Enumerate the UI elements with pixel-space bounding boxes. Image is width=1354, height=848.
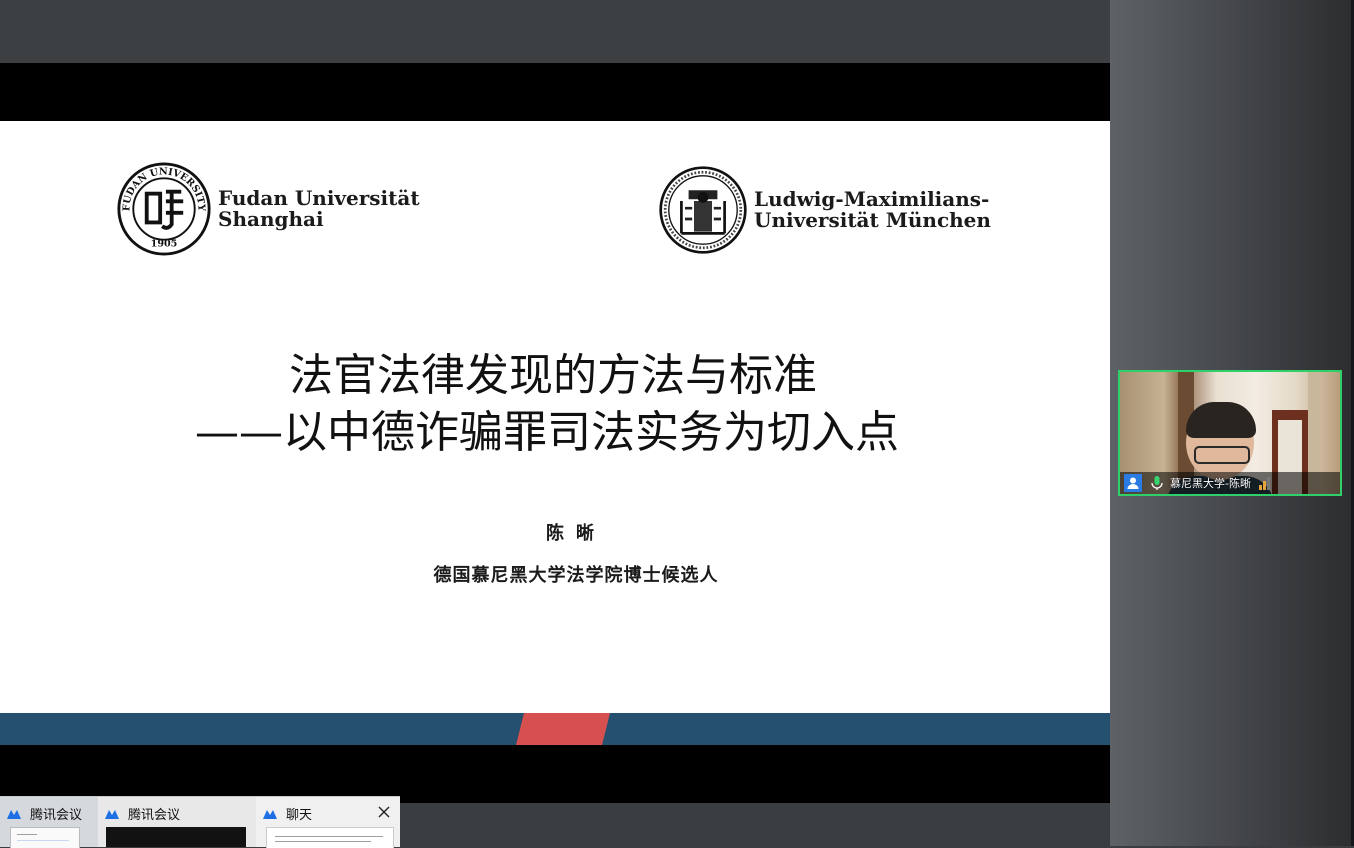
window-thumbnail[interactable] xyxy=(106,827,246,847)
signal-icon xyxy=(1258,476,1273,490)
tencent-meeting-icon xyxy=(263,809,277,819)
close-icon[interactable] xyxy=(376,804,392,820)
lmu-seal-icon xyxy=(659,166,747,254)
fudan-name-line2: Shanghai xyxy=(218,207,324,231)
participant-video-tile[interactable]: 慕尼黑大学-陈晰 xyxy=(1118,370,1342,496)
slide-subtitle: ——以中德诈骗罪司法实务为切入点 xyxy=(195,407,899,458)
presentation-slide: FUDAN UNIVERSITY 1905 Fudan Universität … xyxy=(0,121,1110,745)
svg-text:1905: 1905 xyxy=(151,238,178,249)
fudan-logo: FUDAN UNIVERSITY 1905 Fudan Universität … xyxy=(116,161,420,257)
taskbar-tab[interactable]: 聊天 xyxy=(256,797,400,848)
participant-name: 慕尼黑大学-陈晰 xyxy=(1170,477,1251,490)
shared-screen: FUDAN UNIVERSITY 1905 Fudan Universität … xyxy=(0,63,1110,803)
participant-figure xyxy=(1194,446,1250,464)
slide-author: 陈晰 xyxy=(546,523,606,544)
taskbar-preview: 腾讯会议 腾讯会议 聊天 xyxy=(0,796,400,848)
lmu-name: Ludwig-Maximilians- Universität München xyxy=(754,189,991,231)
top-bar xyxy=(0,0,1110,63)
taskbar-tab[interactable]: 腾讯会议 xyxy=(0,797,98,848)
tencent-meeting-icon xyxy=(7,809,21,819)
lmu-logo: Ludwig-Maximilians- Universität München xyxy=(658,165,991,255)
taskbar-tab[interactable]: 腾讯会议 xyxy=(98,797,256,847)
participant-figure xyxy=(1186,402,1256,438)
fudan-seal-icon: FUDAN UNIVERSITY 1905 xyxy=(117,162,211,256)
footer-accent xyxy=(516,713,610,745)
video-panel: 慕尼黑大学-陈晰 xyxy=(1110,0,1354,846)
participant-name-strip: 慕尼黑大学-陈晰 xyxy=(1120,472,1340,494)
slide-affiliation: 德国慕尼黑大学法学院博士候选人 xyxy=(433,565,719,586)
fudan-name: Fudan Universität Shanghai xyxy=(218,188,420,230)
window-thumbnail[interactable] xyxy=(10,827,80,848)
fudan-name-line1: Fudan Universität xyxy=(218,186,420,210)
tencent-meeting-icon xyxy=(105,809,119,819)
user-icon xyxy=(1124,474,1142,492)
footer-band xyxy=(0,713,1110,745)
tab-label: 聊天 xyxy=(286,808,313,823)
lmu-name-line2: Universität München xyxy=(754,208,991,232)
window-thumbnail[interactable] xyxy=(266,827,394,848)
tab-label: 腾讯会议 xyxy=(128,808,181,823)
microphone-icon[interactable] xyxy=(1150,475,1164,491)
slide-title: 法官法律发现的方法与标准 xyxy=(289,350,817,401)
tab-label: 腾讯会议 xyxy=(30,808,83,823)
lmu-name-line1: Ludwig-Maximilians- xyxy=(754,187,990,211)
